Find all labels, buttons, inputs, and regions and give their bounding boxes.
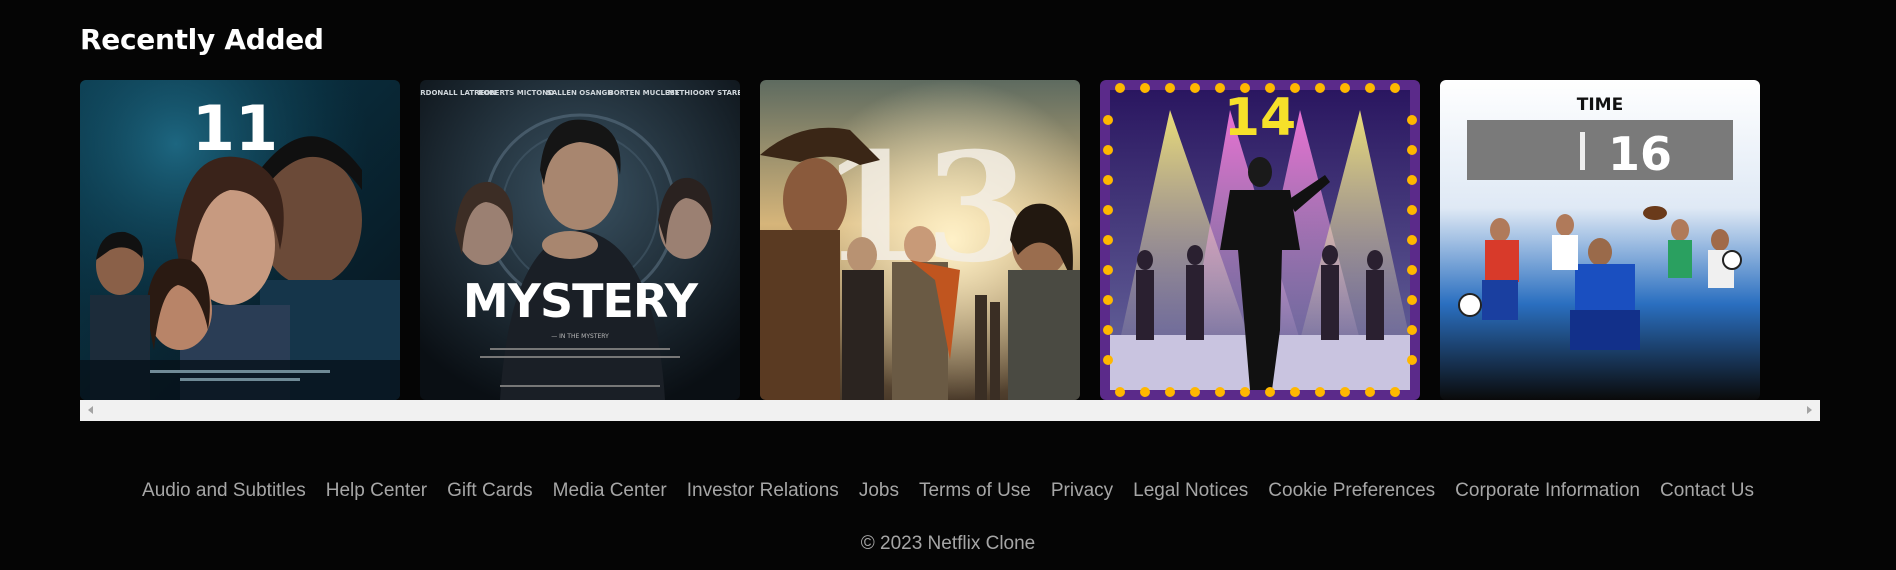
footer-nav: Audio and Subtitles Help Center Gift Car… <box>0 480 1896 502</box>
poster-row[interactable]: 11 RDONALL LATREON ROBERTS MICTONO SALLE… <box>80 80 1820 400</box>
copyright-text: © 2023 Netflix Clone <box>860 533 1036 554</box>
poster-image: 14 <box>1100 80 1420 400</box>
footer-link-audio-subtitles[interactable]: Audio and Subtitles <box>142 480 306 502</box>
footer-link-gift-cards[interactable]: Gift Cards <box>447 480 533 502</box>
poster-card-16[interactable]: TIME 16 <box>1440 80 1760 400</box>
recently-added-section: Recently Added <box>80 20 1820 60</box>
poster-title: MYSTERY <box>463 274 699 328</box>
poster-brand: TIME <box>1577 95 1623 115</box>
footer-link-legal-notices[interactable]: Legal Notices <box>1133 480 1248 502</box>
svg-text:SALLEN OSANGH: SALLEN OSANGH <box>547 89 613 97</box>
svg-text:METHIOORY STAREER: METHIOORY STAREER <box>668 89 740 97</box>
footer-link-corporate-information[interactable]: Corporate Information <box>1455 480 1640 502</box>
poster-card-11[interactable]: 11 <box>80 80 400 400</box>
footer-link-contact-us[interactable]: Contact Us <box>1660 480 1754 502</box>
footer-link-investor-relations[interactable]: Investor Relations <box>687 480 839 502</box>
poster-image: 11 <box>80 80 400 400</box>
svg-text:— IN THE MYSTERY: — IN THE MYSTERY <box>551 333 609 340</box>
poster-number: 16 <box>1608 127 1672 181</box>
poster-image: TIME 16 <box>1440 80 1760 400</box>
poster-card-mystery[interactable]: MARDONALL LATREON ROBERTS MICTONO SALLEN… <box>420 80 740 400</box>
footer-link-privacy[interactable]: Privacy <box>1051 480 1113 502</box>
poster-image: 13 <box>760 80 1080 400</box>
footer-link-help-center[interactable]: Help Center <box>326 480 427 502</box>
footer-link-terms-of-use[interactable]: Terms of Use <box>919 480 1031 502</box>
poster-card-14[interactable]: 14 <box>1100 80 1420 400</box>
svg-text:ROBERTS MICTONO: ROBERTS MICTONO <box>478 89 554 97</box>
scroll-left-arrow-icon[interactable] <box>88 406 93 414</box>
section-title: Recently Added <box>80 23 324 56</box>
poster-number: 11 <box>192 92 278 165</box>
poster-image: MARDONALL LATREON ROBERTS MICTONO SALLEN… <box>420 80 740 400</box>
poster-card-13[interactable]: 13 <box>760 80 1080 400</box>
footer-link-media-center[interactable]: Media Center <box>553 480 667 502</box>
horizontal-scrollbar[interactable] <box>80 400 1820 421</box>
poster-number: 14 <box>1224 88 1296 148</box>
footer-link-cookie-preferences[interactable]: Cookie Preferences <box>1268 480 1435 502</box>
footer-link-jobs[interactable]: Jobs <box>859 480 899 502</box>
scroll-right-arrow-icon[interactable] <box>1807 406 1812 414</box>
